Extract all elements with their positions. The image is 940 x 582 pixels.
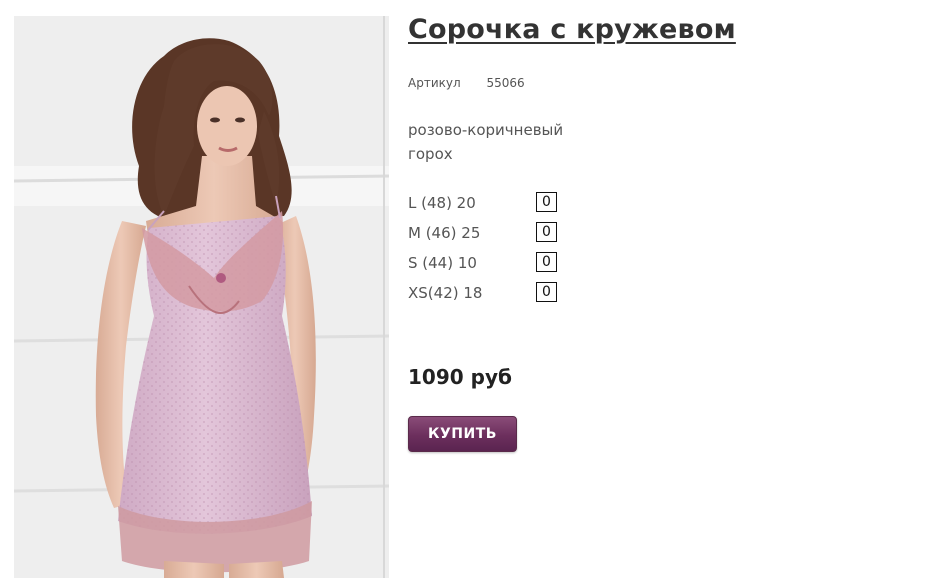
- size-label: XS(42) 18: [408, 284, 483, 302]
- buy-button[interactable]: КУПИТЬ: [408, 416, 517, 452]
- size-list: L (48) 20 M (46) 25 S (44) 10 XS(42) 18: [408, 192, 568, 312]
- size-label: M (46) 25: [408, 224, 481, 242]
- model-illustration: [14, 16, 389, 578]
- size-label: S (44) 10: [408, 254, 477, 272]
- product-color: розово-коричневый горох: [408, 121, 564, 163]
- quantity-field[interactable]: [536, 192, 557, 212]
- quantity-field[interactable]: [536, 222, 557, 242]
- sku-line: Артикул 55066: [408, 76, 525, 90]
- quantity-field[interactable]: [536, 252, 557, 272]
- size-row: M (46) 25: [408, 222, 568, 252]
- size-label: L (48) 20: [408, 194, 476, 212]
- size-row: L (48) 20: [408, 192, 568, 222]
- size-row: S (44) 10: [408, 252, 568, 282]
- product-page: Сорочка с кружевом Артикул 55066 розово-…: [0, 0, 940, 582]
- product-title[interactable]: Сорочка с кружевом: [408, 14, 736, 45]
- product-photo[interactable]: [14, 16, 389, 578]
- quantity-field[interactable]: [536, 282, 557, 302]
- size-row: XS(42) 18: [408, 282, 568, 312]
- sku-value: 55066: [486, 76, 525, 90]
- sku-label: Артикул: [408, 76, 461, 90]
- product-price: 1090 руб: [408, 365, 512, 389]
